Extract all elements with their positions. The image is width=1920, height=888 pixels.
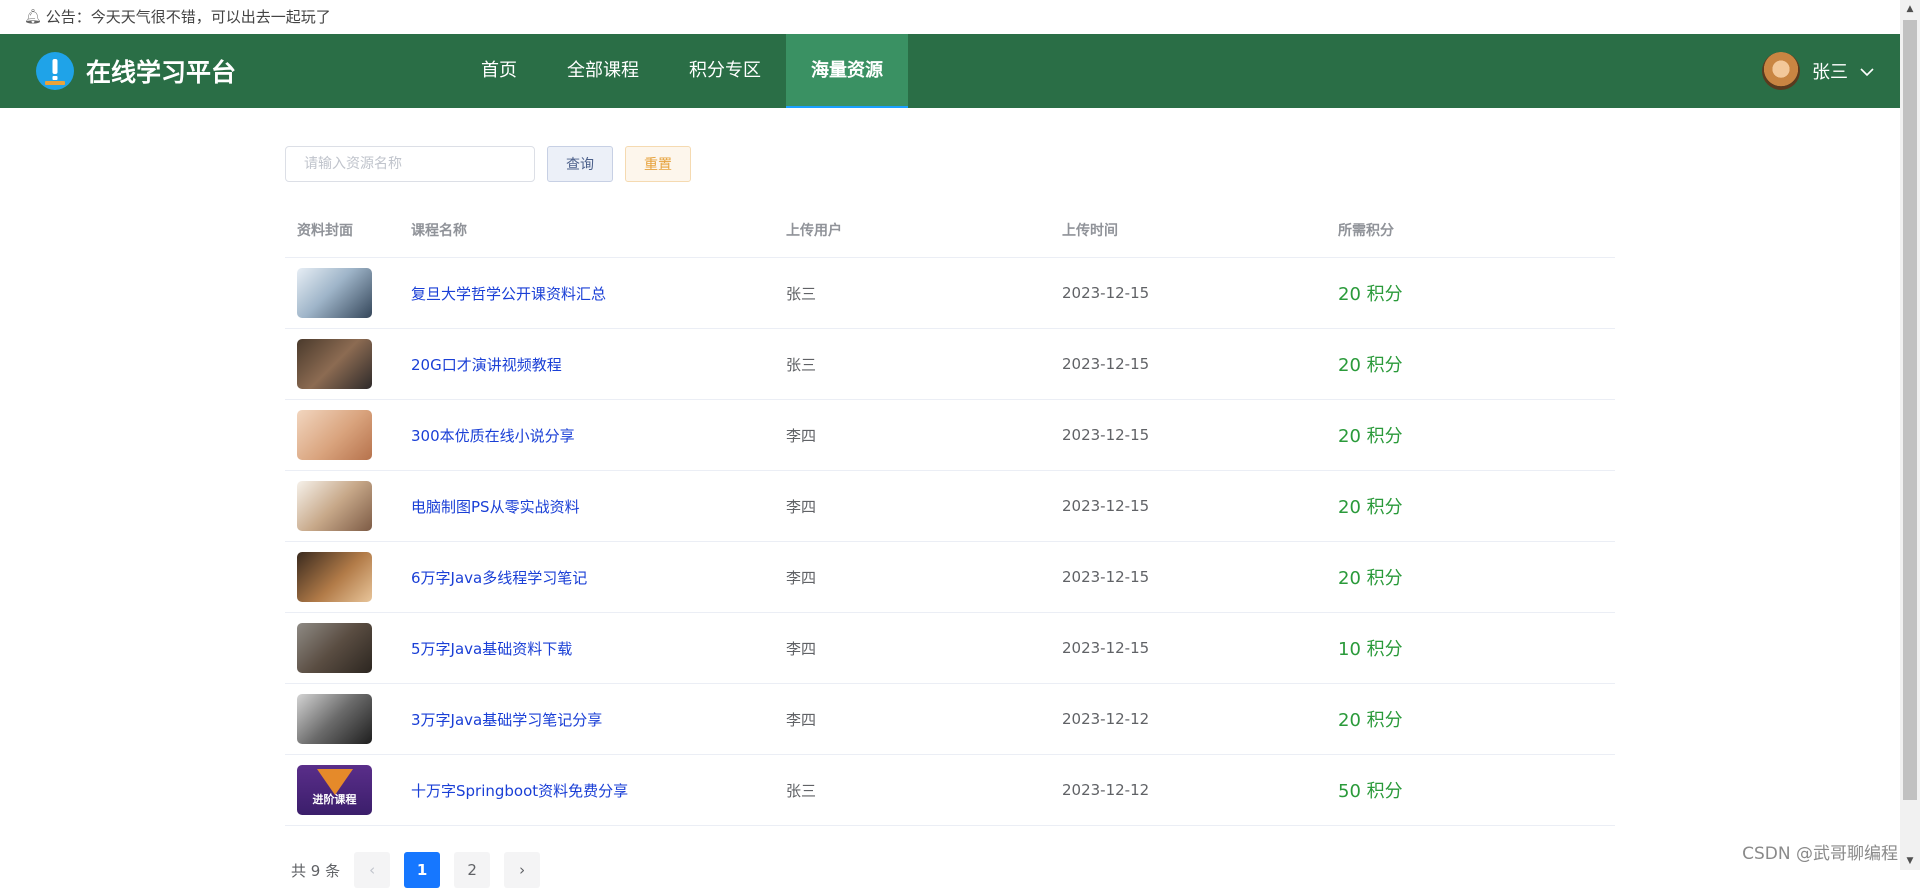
brand-title: 在线学习平台 <box>86 53 236 89</box>
required-points: 10 积分 <box>1338 639 1403 660</box>
nav-item-points-zone[interactable]: 积分专区 <box>664 34 786 108</box>
table-row: 进阶课程 十万字Springboot资料免费分享 张三 2023-12-12 5… <box>285 755 1615 826</box>
bell-icon: 🔔︎ <box>24 0 42 34</box>
course-name-link[interactable]: 十万字Springboot资料免费分享 <box>411 782 628 800</box>
table-row: 电脑制图PS从零实战资料 李四 2023-12-15 20 积分 <box>285 471 1615 542</box>
course-name-link[interactable]: 5万字Java基础资料下载 <box>411 640 572 658</box>
top-navbar: 在线学习平台 首页 全部课程 积分专区 海量资源 张三 <box>0 34 1900 108</box>
course-name-link[interactable]: 复旦大学哲学公开课资料汇总 <box>411 285 606 303</box>
header-required-points: 所需积分 <box>1338 220 1615 240</box>
brand[interactable]: 在线学习平台 <box>36 52 456 90</box>
page-button-2[interactable]: 2 <box>454 852 490 888</box>
next-page-button[interactable]: › <box>504 852 540 888</box>
upload-user: 张三 <box>786 285 816 303</box>
required-points: 20 积分 <box>1338 710 1403 731</box>
query-button[interactable]: 查询 <box>547 146 613 182</box>
notice-text: 公告：今天天气很不错，可以出去一起玩了 <box>46 0 331 34</box>
page-scrollbar[interactable]: ▲ ▼ <box>1900 0 1920 870</box>
scroll-down-arrow-icon[interactable]: ▼ <box>1900 852 1920 870</box>
table-row: 6万字Java多线程学习笔记 李四 2023-12-15 20 积分 <box>285 542 1615 613</box>
prev-page-button[interactable]: ‹ <box>354 852 390 888</box>
header-upload-time: 上传时间 <box>1062 220 1338 240</box>
search-bar: 查询 重置 <box>285 146 1615 182</box>
header-upload-user: 上传用户 <box>786 220 1062 240</box>
upload-time: 2023-12-15 <box>1062 639 1149 657</box>
upload-user: 李四 <box>786 640 816 658</box>
watermark: CSDN @武哥聊编程 <box>1742 839 1898 864</box>
page-button-1[interactable]: 1 <box>404 852 440 888</box>
upload-user: 张三 <box>786 782 816 800</box>
nav-item-home[interactable]: 首页 <box>456 34 542 108</box>
required-points: 20 积分 <box>1338 497 1403 518</box>
course-name-link[interactable]: 6万字Java多线程学习笔记 <box>411 569 587 587</box>
resource-cover-image[interactable] <box>297 268 372 318</box>
upload-time: 2023-12-15 <box>1062 284 1149 302</box>
nav-item-all-courses[interactable]: 全部课程 <box>542 34 664 108</box>
upload-user: 李四 <box>786 711 816 729</box>
resource-cover-image[interactable] <box>297 339 372 389</box>
notice-bar: 🔔︎ 公告：今天天气很不错，可以出去一起玩了 <box>0 0 1920 34</box>
scroll-thumb[interactable] <box>1903 20 1917 800</box>
pagination-total: 共 9 条 <box>291 860 340 881</box>
resource-cover-image[interactable] <box>297 481 372 531</box>
user-menu[interactable]: 张三 <box>1762 52 1874 90</box>
upload-time: 2023-12-12 <box>1062 710 1149 728</box>
upload-time: 2023-12-15 <box>1062 568 1149 586</box>
avatar <box>1762 52 1800 90</box>
resource-cover-image[interactable] <box>297 552 372 602</box>
required-points: 20 积分 <box>1338 426 1403 447</box>
upload-user: 李四 <box>786 569 816 587</box>
table-row: 3万字Java基础学习笔记分享 李四 2023-12-12 20 积分 <box>285 684 1615 755</box>
course-name-link[interactable]: 3万字Java基础学习笔记分享 <box>411 711 602 729</box>
required-points: 20 积分 <box>1338 568 1403 589</box>
main-content: 查询 重置 资料封面 课程名称 上传用户 上传时间 所需积分 复旦大学哲学公开课… <box>285 146 1615 888</box>
brand-logo-icon <box>36 52 74 90</box>
scroll-up-arrow-icon[interactable]: ▲ <box>1900 0 1920 18</box>
required-points: 20 积分 <box>1338 284 1403 305</box>
resource-search-input[interactable] <box>285 146 535 182</box>
main-nav: 首页 全部课程 积分专区 海量资源 <box>456 34 908 108</box>
upload-time: 2023-12-15 <box>1062 497 1149 515</box>
course-name-link[interactable]: 电脑制图PS从零实战资料 <box>411 498 580 516</box>
table-row: 20G口才演讲视频教程 张三 2023-12-15 20 积分 <box>285 329 1615 400</box>
table-row: 复旦大学哲学公开课资料汇总 张三 2023-12-15 20 积分 <box>285 258 1615 329</box>
upload-user: 张三 <box>786 356 816 374</box>
table-row: 5万字Java基础资料下载 李四 2023-12-15 10 积分 <box>285 613 1615 684</box>
required-points: 20 积分 <box>1338 355 1403 376</box>
resource-table: 资料封面 课程名称 上传用户 上传时间 所需积分 复旦大学哲学公开课资料汇总 张… <box>285 202 1615 826</box>
table-header: 资料封面 课程名称 上传用户 上传时间 所需积分 <box>285 202 1615 258</box>
upload-time: 2023-12-15 <box>1062 426 1149 444</box>
course-name-link[interactable]: 20G口才演讲视频教程 <box>411 356 562 374</box>
resource-cover-image[interactable] <box>297 694 372 744</box>
table-row: 300本优质在线小说分享 李四 2023-12-15 20 积分 <box>285 400 1615 471</box>
resource-cover-image[interactable]: 进阶课程 <box>297 765 372 815</box>
nav-item-resources[interactable]: 海量资源 <box>786 34 908 108</box>
reset-button[interactable]: 重置 <box>625 146 691 182</box>
upload-time: 2023-12-15 <box>1062 355 1149 373</box>
resource-cover-image[interactable] <box>297 623 372 673</box>
resource-cover-image[interactable] <box>297 410 372 460</box>
cover-text: 进阶课程 <box>297 791 372 807</box>
chevron-down-icon <box>1860 61 1874 82</box>
header-cover: 资料封面 <box>285 220 411 240</box>
user-name: 张三 <box>1812 58 1848 84</box>
pagination: 共 9 条 ‹ 1 2 › <box>285 852 1615 888</box>
upload-user: 李四 <box>786 498 816 516</box>
required-points: 50 积分 <box>1338 781 1403 802</box>
upload-user: 李四 <box>786 427 816 445</box>
header-course-name: 课程名称 <box>411 220 786 240</box>
upload-time: 2023-12-12 <box>1062 781 1149 799</box>
course-name-link[interactable]: 300本优质在线小说分享 <box>411 427 575 445</box>
